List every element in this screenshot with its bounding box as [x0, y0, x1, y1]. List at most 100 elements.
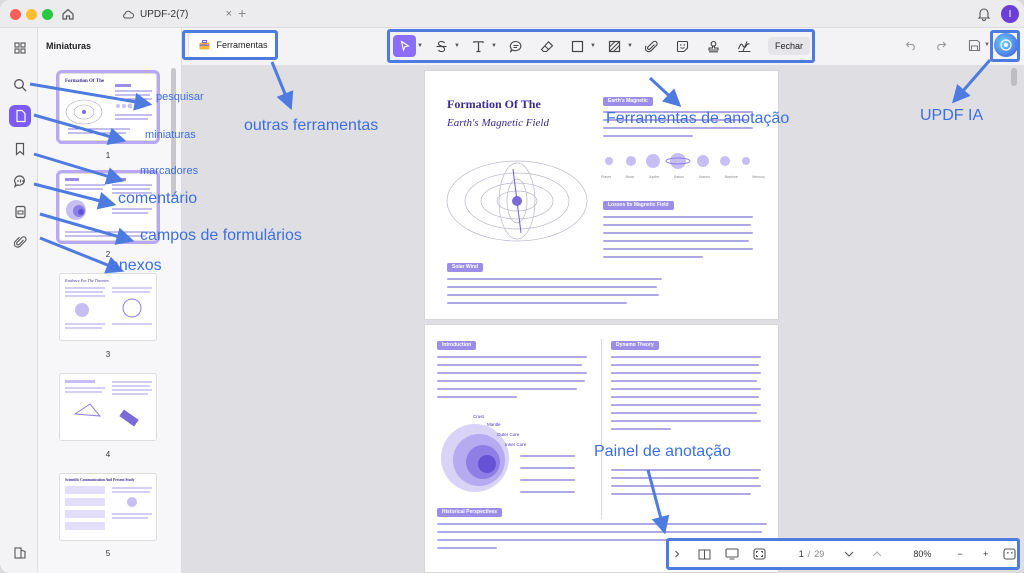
thumbnail-number: 4 [105, 450, 111, 459]
annotation-toolbar: ▼ ▼ ▼ ▼ ▼ Fechar [390, 32, 811, 60]
layer-label: Outer Core [497, 432, 520, 437]
thumbnail-graphic [65, 287, 152, 329]
fit-page-button[interactable] [749, 543, 771, 565]
attach-tool[interactable] [640, 35, 663, 57]
attachments-button[interactable] [9, 231, 31, 253]
close-annotation-button[interactable]: Fechar [768, 37, 811, 55]
fullscreen-button[interactable] [998, 543, 1020, 565]
comments-button[interactable] [9, 170, 31, 192]
signature-tool[interactable] [733, 35, 756, 57]
document-viewer[interactable]: Formation Of The Earth's Magnetic Field … [182, 66, 1024, 573]
undo-button[interactable] [900, 34, 922, 56]
planet-labels: Planet Moon Jupiter Saturn Uranus Neptun… [601, 175, 765, 179]
text-tool[interactable]: ▼ [467, 35, 497, 57]
page-title: Formation Of The [447, 97, 541, 111]
thumbnail-page-4[interactable] [59, 373, 157, 441]
signature-icon [737, 40, 751, 52]
redo-icon [937, 41, 947, 51]
page-icon [15, 109, 26, 123]
left-rail [0, 28, 38, 573]
bookmark-icon [15, 142, 25, 156]
strikethrough-icon [436, 40, 447, 52]
stamp-tool[interactable] [702, 35, 725, 57]
thumbnails-panel: Miniaturas Formation Of The 1 2 Evidence… [38, 28, 182, 573]
chevron-up-icon [872, 551, 881, 557]
expand-button[interactable] [666, 543, 688, 565]
thumbnail-graphic [65, 380, 152, 427]
fullscreen-icon [1003, 548, 1016, 560]
updf-ai-button[interactable] [994, 33, 1018, 57]
chevron-down-icon [844, 551, 854, 557]
thumbnails-grid-button[interactable] [9, 37, 31, 59]
zoom-out-button[interactable]: − [949, 543, 971, 565]
rectangle-icon [571, 40, 584, 52]
thumbnails-button[interactable] [9, 105, 31, 127]
search-label-annotation: pesquisar [156, 91, 204, 103]
comment-icon [509, 40, 521, 53]
bookmarks-button[interactable] [9, 138, 31, 160]
home-button[interactable] [58, 5, 78, 23]
zoom-in-button[interactable]: + [975, 543, 997, 565]
page-navigation-bar: 1 / 29 80% − + [666, 540, 1020, 568]
current-page-input[interactable]: 1 [786, 549, 804, 559]
thumbnail-graphic [65, 486, 152, 530]
bookmarks-label-annotation: marcadores [140, 165, 199, 177]
sticker-tool[interactable] [671, 35, 694, 57]
close-window-button[interactable] [10, 9, 21, 20]
save-button[interactable]: ▼ [966, 34, 992, 56]
presentation-button[interactable] [721, 543, 743, 565]
chevron-down-icon[interactable]: ▼ [627, 43, 633, 49]
eraser-icon [540, 40, 553, 52]
zoom-level[interactable]: 80% [913, 549, 931, 559]
chevron-down-icon[interactable]: ▼ [590, 43, 596, 49]
layers-button[interactable] [9, 542, 31, 564]
previous-page-button[interactable] [866, 543, 888, 565]
thumbnail-number: 1 [105, 151, 111, 160]
cloud-icon [123, 10, 134, 18]
thumbnail-page-3[interactable]: Evidence For The Theories [59, 273, 157, 341]
tools-button[interactable]: Ferramentas [188, 32, 278, 58]
select-tool[interactable]: ▼ [393, 35, 423, 57]
title-bar: UPDF-2(7) × + I [0, 0, 1024, 28]
save-icon [968, 39, 981, 51]
section-label: Historical Perspectives [437, 508, 503, 517]
fit-screen-icon [753, 548, 766, 560]
plus-icon: + [983, 549, 989, 559]
new-tab-button[interactable]: + [238, 5, 246, 21]
strikethrough-tool[interactable]: ▼ [430, 35, 460, 57]
next-page-button[interactable] [838, 543, 860, 565]
comment-tool[interactable] [504, 35, 527, 57]
thumbnail-page-5[interactable]: Scientific Communication And Present Stu… [59, 473, 157, 541]
toolbox-icon [199, 40, 210, 50]
thumbnails-title: Miniaturas [46, 41, 92, 51]
page-display-button[interactable] [694, 543, 716, 565]
paperclip-icon [645, 40, 658, 52]
minimize-window-button[interactable] [26, 9, 37, 20]
eraser-tool[interactable] [535, 35, 558, 57]
main-toolbar: Ferramentas ▼ ▼ ▼ ▼ ▼ Fechar ▼ [182, 28, 1024, 66]
magnetic-field-diagram [446, 160, 588, 242]
ai-icon [1000, 39, 1012, 51]
shape-tool[interactable]: ▼ [566, 35, 596, 57]
user-avatar[interactable]: I [1001, 5, 1019, 23]
section-label: Solar Wind [447, 263, 484, 272]
chevron-down-icon[interactable]: ▼ [491, 43, 497, 49]
search-icon [13, 78, 26, 91]
document-tab[interactable]: UPDF-2(7) × [122, 3, 232, 25]
search-button[interactable] [9, 74, 31, 96]
area-highlight-tool[interactable]: ▼ [603, 35, 633, 57]
close-tab-button[interactable]: × [226, 8, 232, 20]
document-scrollbar[interactable] [1011, 68, 1017, 86]
page-subtitle: Earth's Magnetic Field [447, 117, 549, 129]
chevron-down-icon[interactable]: ▼ [454, 43, 460, 49]
total-pages: 29 [814, 549, 825, 559]
chevron-down-icon[interactable]: ▼ [984, 42, 990, 48]
chevron-down-icon[interactable]: ▼ [417, 43, 423, 49]
notification-button[interactable] [977, 6, 991, 26]
thumbnail-page-1[interactable]: Formation Of The [56, 70, 160, 144]
redo-button[interactable] [930, 34, 952, 56]
form-fields-button[interactable] [9, 201, 31, 223]
right-toolbar: ▼ [900, 34, 1000, 56]
comment-icon [13, 175, 25, 188]
maximize-window-button[interactable] [42, 9, 53, 20]
